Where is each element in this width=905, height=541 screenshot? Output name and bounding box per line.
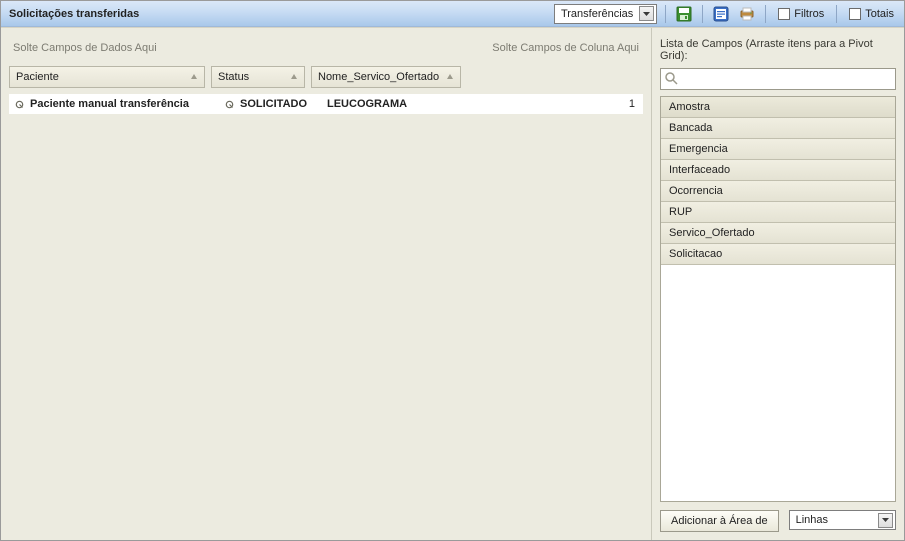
toolbar-separator — [702, 5, 703, 23]
filtros-label: Filtros — [794, 8, 824, 20]
pivot-empty-area — [9, 114, 643, 532]
field-item-interfaceado[interactable]: Interfaceado — [661, 160, 895, 181]
field-search-input[interactable] — [660, 68, 896, 90]
toolbar-separator — [665, 5, 666, 23]
field-list-header: Lista de Campos (Arraste itens para a Pi… — [660, 34, 896, 68]
field-item-solicitacao[interactable]: Solicitacao — [661, 244, 895, 265]
drop-hints-row: Solte Campos de Dados Aqui Solte Campos … — [9, 36, 643, 62]
field-list: Amostra Bancada Emergencia Interfaceado … — [660, 96, 896, 502]
save-icon[interactable] — [674, 4, 694, 24]
body: Solte Campos de Dados Aqui Solte Campos … — [1, 27, 904, 540]
checkbox-icon — [778, 8, 790, 20]
area-select-value: Linhas — [796, 514, 828, 526]
pivot-area: Solte Campos de Dados Aqui Solte Campos … — [1, 28, 652, 540]
field-list-panel: Lista de Campos (Arraste itens para a Pi… — [652, 28, 904, 540]
field-search-wrap — [660, 68, 896, 90]
app-window: Solicitações transferidas Transferências — [0, 0, 905, 541]
view-dropdown[interactable]: Transferências — [554, 4, 657, 24]
cell-paciente-value: Paciente manual transferência — [30, 98, 189, 110]
field-item-bancada[interactable]: Bancada — [661, 118, 895, 139]
row-fields-bar: Paciente Status Nome_Servico_Ofertado — [9, 66, 643, 88]
field-chip-label: Nome_Servico_Ofertado — [318, 71, 439, 83]
search-icon — [664, 71, 678, 85]
totais-label: Totais — [865, 8, 894, 20]
field-chip-label: Paciente — [16, 71, 59, 83]
field-chip-label: Status — [218, 71, 249, 83]
checkbox-icon — [849, 8, 861, 20]
cell-status-value: SOLICITADO — [240, 98, 307, 110]
field-item-ocorrencia[interactable]: Ocorrencia — [661, 181, 895, 202]
window-title: Solicitações transferidas — [7, 8, 139, 20]
field-chip-status[interactable]: Status — [211, 66, 305, 88]
totais-toggle[interactable]: Totais — [845, 8, 898, 20]
sort-asc-icon — [290, 73, 298, 81]
add-to-area-label: Adicionar à Área de — [671, 515, 768, 527]
data-drop-area[interactable]: Solte Campos de Dados Aqui — [9, 36, 161, 62]
expand-icon[interactable] — [225, 100, 234, 109]
field-chip-paciente[interactable]: Paciente — [9, 66, 205, 88]
filtros-toggle[interactable]: Filtros — [774, 8, 828, 20]
field-item-rup[interactable]: RUP — [661, 202, 895, 223]
cell-paciente: Paciente manual transferência — [9, 94, 217, 114]
report-icon[interactable] — [711, 4, 731, 24]
field-item-amostra[interactable]: Amostra — [661, 97, 895, 118]
toolbar-separator — [765, 5, 766, 23]
chevron-down-icon — [878, 513, 893, 528]
expand-icon[interactable] — [15, 100, 24, 109]
column-drop-area[interactable]: Solte Campos de Coluna Aqui — [488, 36, 643, 62]
field-list-empty — [661, 265, 895, 501]
sort-asc-icon — [190, 73, 198, 81]
add-to-area-button[interactable]: Adicionar à Área de — [660, 510, 779, 532]
field-list-footer: Adicionar à Área de Linhas — [660, 502, 896, 532]
field-chip-servico[interactable]: Nome_Servico_Ofertado — [311, 66, 461, 88]
cell-status: SOLICITADO — [219, 94, 319, 114]
cell-count: 1 — [623, 94, 643, 114]
pivot-data-row[interactable]: Paciente manual transferência SOLICITADO… — [9, 94, 643, 114]
area-select[interactable]: Linhas — [789, 510, 896, 530]
field-item-servico-ofertado[interactable]: Servico_Ofertado — [661, 223, 895, 244]
cell-servico: LEUCOGRAMA — [321, 94, 471, 114]
view-dropdown-value: Transferências — [561, 8, 633, 20]
toolbar-separator — [836, 5, 837, 23]
titlebar: Solicitações transferidas Transferências — [1, 1, 904, 27]
sort-asc-icon — [446, 73, 454, 81]
cell-servico-value: LEUCOGRAMA — [327, 98, 407, 110]
print-icon[interactable] — [737, 4, 757, 24]
chevron-down-icon — [639, 6, 654, 21]
field-item-emergencia[interactable]: Emergencia — [661, 139, 895, 160]
